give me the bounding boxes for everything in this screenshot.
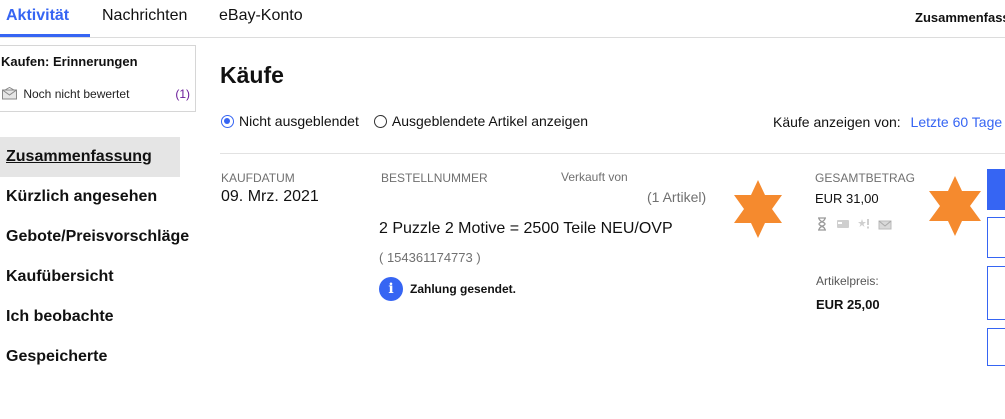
items-count: (1 Artikel) xyxy=(647,189,707,205)
period-label: Käufe anzeigen von: xyxy=(773,114,901,130)
reminder-item[interactable]: Noch nicht bewertet (1) xyxy=(2,86,190,101)
hourglass-icon xyxy=(815,217,829,231)
item-title-link[interactable]: 2 Puzzle 2 Motive = 2500 Teile NEU/OVP xyxy=(379,220,673,238)
tab-aktivitaet[interactable]: Aktivität xyxy=(6,7,69,25)
sidebar-item-zusammenfassung[interactable]: Zusammenfassung xyxy=(0,137,180,177)
order-date: 09. Mrz. 2021 xyxy=(221,188,319,205)
page-title: Käufe xyxy=(220,62,284,88)
radio-hidden[interactable] xyxy=(373,114,387,128)
sidebar-item-kaufuebersicht[interactable]: Kaufübersicht xyxy=(0,257,180,297)
item-price: EUR 25,00 xyxy=(816,297,880,312)
sold-by-label: Verkauft von xyxy=(561,170,628,184)
feedback-star-icon xyxy=(857,217,871,231)
filter-not-hidden-label: Nicht ausgeblendet xyxy=(239,113,359,129)
reminders-title: Kaufen: Erinnerungen xyxy=(1,54,138,69)
payment-status-text: Zahlung gesendet. xyxy=(410,282,517,296)
sidebar-nav: Zusammenfassung Kürzlich angesehen Gebot… xyxy=(0,137,189,377)
sidebar-item-gespeicherte[interactable]: Gespeicherte xyxy=(0,337,180,377)
period-dropdown[interactable]: Letzte 60 Tage xyxy=(911,114,1003,130)
divider xyxy=(220,153,1005,154)
sidebar-item-gebote[interactable]: Gebote/Preisvorschläge xyxy=(0,217,189,257)
info-icon: i xyxy=(379,277,403,301)
filter-not-hidden-option[interactable]: Nicht ausgeblendet xyxy=(221,113,359,129)
payment-status: i Zahlung gesendet. xyxy=(379,277,516,301)
reminders-box: Kaufen: Erinnerungen Noch nicht bewertet… xyxy=(0,45,196,112)
reminder-count: (1) xyxy=(175,87,190,101)
item-id: ( 154361174773 ) xyxy=(379,250,481,265)
filter-hidden-option[interactable]: Ausgeblendete Artikel anzeigen xyxy=(373,113,589,129)
sidebar-item-kuerzlich-angesehen[interactable]: Kürzlich angesehen xyxy=(0,177,180,217)
star-redaction-icon xyxy=(734,180,782,238)
active-tab-indicator xyxy=(0,34,90,37)
order-number-label: BESTELLNUMMER xyxy=(381,171,488,185)
shipping-envelope-icon xyxy=(878,217,892,231)
summary-link[interactable]: Zusammenfassu xyxy=(915,10,1005,25)
tab-ebay-konto[interactable]: eBay-Konto xyxy=(219,7,303,25)
period-selector: Käufe anzeigen von: Letzte 60 Tage xyxy=(773,114,1002,130)
sidebar-item-ich-beobachte[interactable]: Ich beobachte xyxy=(0,297,180,337)
order-date-label: KAUFDATUM xyxy=(221,171,295,185)
secondary-action-button[interactable] xyxy=(987,217,1005,258)
secondary-action-button[interactable] xyxy=(987,328,1005,366)
order-total: EUR 31,00 xyxy=(815,191,879,206)
secondary-action-button[interactable] xyxy=(987,266,1005,320)
tab-nachrichten[interactable]: Nachrichten xyxy=(102,7,187,25)
primary-action-button[interactable] xyxy=(987,169,1005,210)
order-status-icons xyxy=(815,217,892,231)
radio-not-hidden[interactable] xyxy=(221,114,234,128)
envelope-icon xyxy=(2,86,17,100)
filter-hidden-label: Ausgeblendete Artikel anzeigen xyxy=(391,113,589,129)
visibility-filter: Nicht ausgeblendet Ausgeblendete Artikel… xyxy=(221,113,603,129)
total-label: GESAMTBETRAG xyxy=(815,171,916,185)
top-navigation: Aktivität Nachrichten eBay-Konto Zusamme… xyxy=(0,0,1005,38)
reminder-label: Noch nicht bewertet xyxy=(23,87,130,101)
item-price-label: Artikelpreis: xyxy=(816,274,879,288)
payment-icon xyxy=(836,217,850,231)
star-redaction-icon xyxy=(929,176,981,236)
